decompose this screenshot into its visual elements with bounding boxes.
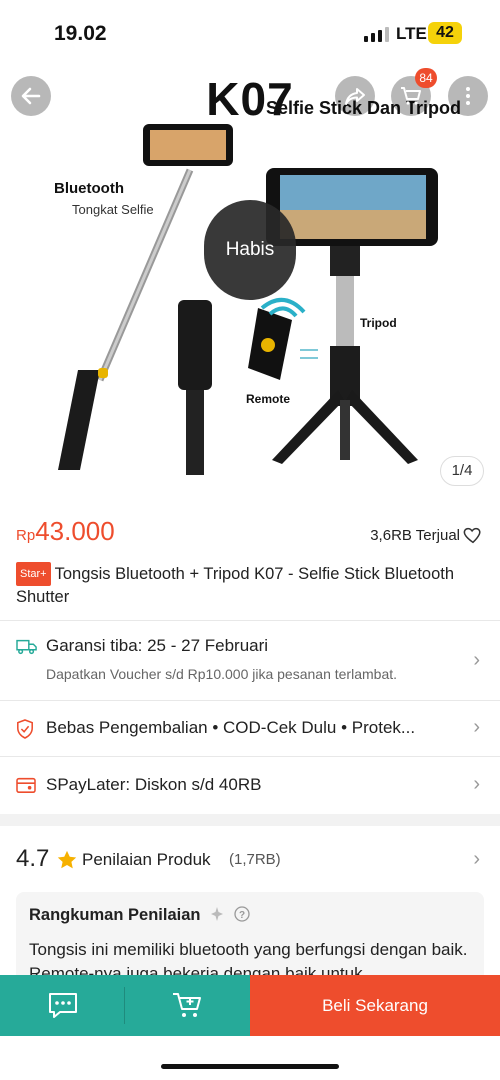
cart-icon — [401, 87, 421, 105]
shipping-guarantee-text: Garansi tiba: 25 - 27 Februari — [46, 636, 269, 655]
price-value: 43.000 — [35, 516, 115, 546]
chat-icon — [48, 992, 77, 1018]
shipping-voucher-text: Dapatkan Voucher s/d Rp10.000 jika pesan… — [46, 666, 398, 682]
paylater-row[interactable]: SPayLater: Diskon s/d 40RB › — [0, 757, 500, 813]
home-indicator — [161, 1064, 339, 1069]
sparkle-icon — [211, 907, 224, 921]
bluetooth-brand-subtitle: Tongkat Selfie — [72, 202, 154, 217]
star-plus-badge: Star+ — [16, 562, 51, 586]
add-to-cart-icon — [172, 992, 201, 1017]
status-time: 19.02 — [54, 22, 107, 45]
sold-count: 3,6RB Terjual — [370, 527, 460, 544]
product-image-carousel[interactable]: K07 Selfie Stick Dan Tripod Bluetooth To… — [0, 50, 500, 500]
paylater-icon — [16, 777, 36, 793]
rating-label: Penilaian Produk — [82, 850, 211, 869]
guarantees-text: Bebas Pengembalian • COD-Cek Dulu • Prot… — [46, 718, 416, 737]
svg-text:?: ? — [239, 910, 245, 921]
network-label: LTE — [396, 24, 427, 43]
chat-button[interactable] — [0, 975, 125, 1036]
chevron-right-icon: › — [473, 773, 480, 795]
more-options-button[interactable] — [448, 76, 488, 116]
summary-title: Rangkuman Penilaian ? — [29, 906, 250, 925]
buy-now-button[interactable]: Beli Sekarang — [250, 975, 500, 1036]
rating-score: 4.7 — [16, 845, 50, 872]
chevron-right-icon: › — [473, 716, 480, 738]
cart-button[interactable]: 84 — [391, 68, 437, 116]
product-title: Star+ Tongsis Bluetooth + Tripod K07 - Se… — [16, 562, 476, 608]
product-title-text: Tongsis Bluetooth + Tripod K07 - Selfie … — [16, 565, 455, 606]
back-button[interactable] — [11, 76, 51, 116]
product-price: Rp43.000 — [16, 516, 115, 547]
heart-icon[interactable] — [462, 524, 484, 546]
chevron-right-icon: › — [473, 848, 480, 870]
guarantees-row[interactable]: Bebas Pengembalian • COD-Cek Dulu • Prot… — [0, 701, 500, 755]
shipping-row[interactable]: Garansi tiba: 25 - 27 Februari Dapatkan … — [0, 621, 500, 699]
chevron-right-icon: › — [473, 649, 480, 671]
image-page-indicator: 1/4 — [440, 456, 484, 486]
paylater-text: SPayLater: Diskon s/d 40RB — [46, 775, 262, 794]
sold-out-badge: Habis — [204, 200, 296, 300]
tripod-label: Tripod — [360, 316, 397, 330]
remote-label: Remote — [246, 392, 291, 406]
truck-icon — [16, 639, 37, 655]
share-button[interactable] — [335, 76, 375, 116]
bottom-action-bar: Beli Sekarang — [0, 975, 500, 1036]
bluetooth-brand-text: Bluetooth — [54, 180, 124, 197]
rating-count: (1,7RB) — [229, 851, 281, 868]
price-currency: Rp — [16, 527, 36, 544]
summary-title-text: Rangkuman Penilaian — [29, 906, 201, 924]
share-icon — [345, 88, 365, 105]
cart-count-badge: 84 — [415, 68, 437, 88]
shield-check-icon — [17, 719, 33, 739]
add-to-cart-button[interactable] — [125, 975, 250, 1036]
section-separator — [0, 814, 500, 826]
battery-indicator: 42 — [428, 22, 462, 44]
signal-icon — [364, 26, 389, 42]
arrow-left-icon — [21, 87, 41, 105]
help-icon[interactable]: ? — [234, 906, 250, 922]
star-icon — [57, 850, 77, 869]
more-vertical-icon — [466, 87, 470, 105]
